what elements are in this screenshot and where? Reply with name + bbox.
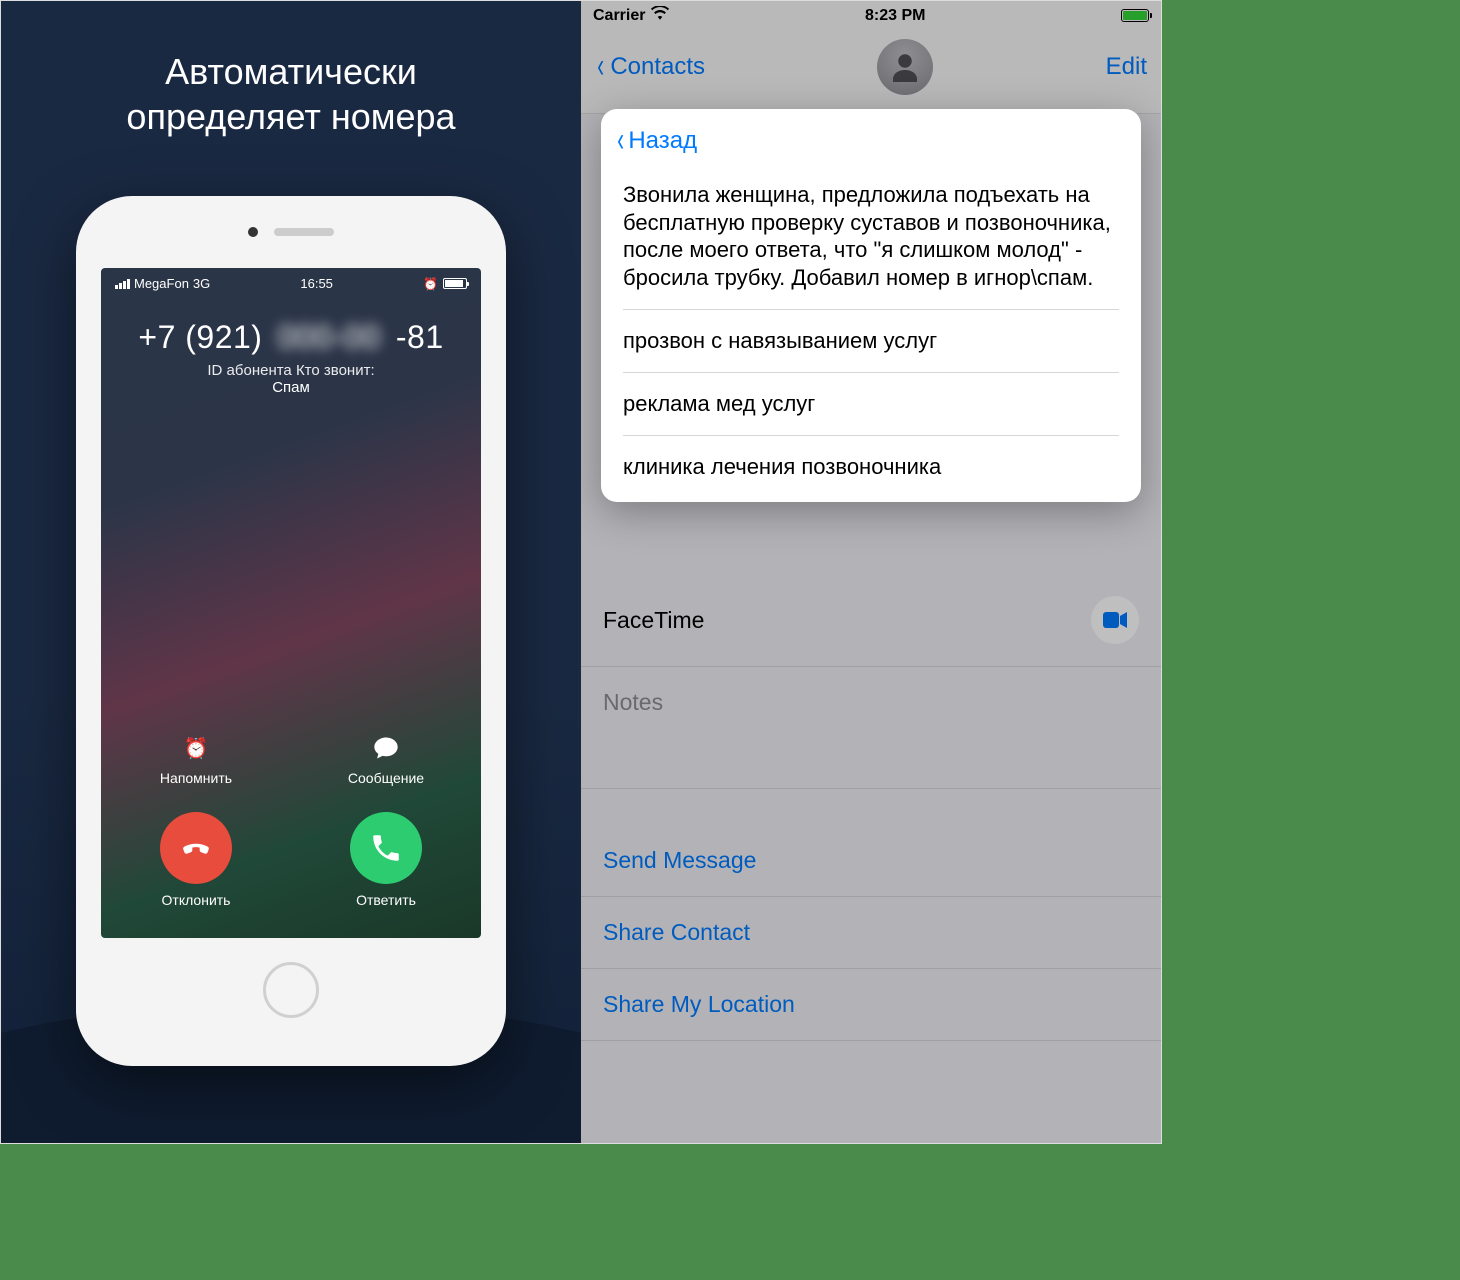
wifi-icon (651, 6, 669, 25)
ios-carrier: Carrier (593, 7, 645, 25)
number-prefix: +7 (921) (138, 319, 262, 355)
decline-button[interactable] (160, 812, 232, 884)
call-time: 16:55 (300, 276, 333, 291)
chevron-left-icon: ‹ (617, 127, 624, 154)
ios-statusbar: Carrier 8:23 PM (581, 1, 1161, 29)
promo-title: Автоматически определяет номера (1, 1, 581, 139)
notes-row[interactable]: Notes (581, 667, 1161, 789)
video-icon (1103, 611, 1127, 629)
ios-navbar: ‹ Contacts Edit (581, 29, 1161, 114)
decline-label: Отклонить (162, 892, 231, 908)
remind-label: Напомнить (160, 770, 232, 786)
send-message-row[interactable]: Send Message (581, 825, 1161, 897)
call-carrier: MegaFon (134, 276, 189, 291)
report-paragraph: Звонила женщина, предложила подъехать на… (623, 181, 1119, 291)
call-actions: ⏰ Напомнить Сообщение Отклонить (101, 734, 481, 908)
message-action[interactable]: Сообщение (348, 734, 424, 786)
report-line: реклама мед услуг (623, 391, 1119, 417)
popup-separator (623, 372, 1119, 373)
promo-title-line1: Автоматически (165, 51, 417, 92)
remind-action[interactable]: ⏰ Напомнить (160, 734, 232, 786)
battery-icon (1121, 9, 1149, 22)
report-popup: ‹ Назад Звонила женщина, предложила подъ… (601, 109, 1141, 502)
home-button[interactable] (263, 962, 319, 1018)
promo-panel: Автоматически определяет номера MegaFon … (1, 1, 581, 1143)
ios-contact-panel: Carrier 8:23 PM ‹ Contacts Edit FaceTime (581, 1, 1161, 1143)
decline-action[interactable]: Отклонить (160, 812, 232, 908)
section-spacer (581, 789, 1161, 825)
incoming-call-screen: MegaFon 3G 16:55 ⏰ +7 (921) 000-00 -81 I… (101, 268, 481, 938)
caller-id-tag: Спам (101, 379, 481, 396)
phone-camera-dot (248, 227, 258, 237)
phone-top-bezel (76, 196, 506, 268)
answer-action[interactable]: Ответить (350, 812, 422, 908)
back-button[interactable]: ‹ Contacts (595, 53, 705, 81)
call-network: 3G (193, 276, 210, 291)
phone-speaker-slot (274, 228, 334, 236)
popup-separator (623, 435, 1119, 436)
alarm-icon: ⏰ (423, 277, 438, 291)
share-location-row[interactable]: Share My Location (581, 969, 1161, 1041)
answer-button[interactable] (350, 812, 422, 884)
caller-id-caption: ID абонента Кто звонит: (101, 362, 481, 379)
answer-label: Ответить (356, 892, 416, 908)
ios-time: 8:23 PM (865, 7, 925, 25)
edit-button[interactable]: Edit (1106, 53, 1147, 81)
popup-back-label: Назад (628, 127, 697, 155)
facetime-label: FaceTime (603, 607, 704, 634)
popup-back-button[interactable]: ‹ Назад (601, 109, 1141, 169)
report-line: прозвон с навязыванием услуг (623, 328, 1119, 354)
number-suffix: -81 (396, 319, 444, 355)
facetime-video-button[interactable] (1091, 596, 1139, 644)
avatar (877, 39, 933, 95)
popup-separator (623, 309, 1119, 310)
call-statusbar: MegaFon 3G 16:55 ⏰ (101, 268, 481, 295)
battery-icon (443, 278, 467, 289)
facetime-row[interactable]: FaceTime (581, 574, 1161, 667)
incoming-number: +7 (921) 000-00 -81 (101, 319, 481, 356)
report-line: клиника лечения позвоночника (623, 454, 1119, 480)
clock-icon: ⏰ (182, 734, 210, 762)
share-contact-row[interactable]: Share Contact (581, 897, 1161, 969)
promo-title-line2: определяет номера (126, 96, 455, 137)
message-icon (372, 734, 400, 762)
notes-label: Notes (603, 689, 663, 716)
back-label: Contacts (610, 53, 705, 81)
phone-mockup: MegaFon 3G 16:55 ⏰ +7 (921) 000-00 -81 I… (76, 196, 506, 1066)
signal-icon (115, 279, 130, 289)
number-obscured: 000-00 (278, 319, 381, 356)
message-label: Сообщение (348, 770, 424, 786)
chevron-left-icon: ‹ (597, 53, 604, 80)
